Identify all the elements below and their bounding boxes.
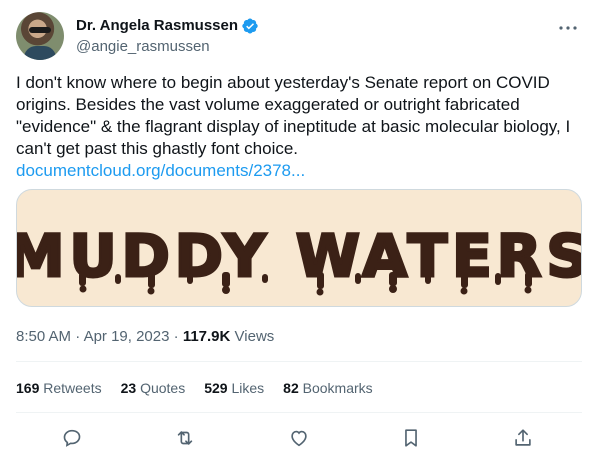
bookmark-button[interactable] [397,424,425,452]
stat-likes[interactable]: 529 Likes [204,378,264,398]
action-bar [16,424,582,452]
views-label: Views [234,328,275,345]
tweet-time[interactable]: 8:50 AM [16,328,71,345]
avatar[interactable] [16,12,64,60]
avatar-glasses [29,27,51,33]
meta-separator: · [173,328,183,345]
like-button[interactable] [285,424,313,452]
stat-count: 529 [204,380,228,396]
retweet-icon [177,431,193,445]
verified-badge-icon [242,18,258,34]
divider [16,412,582,413]
tweet-link[interactable]: documentcloud.org/documents/2378... [16,160,305,182]
tweet-date[interactable]: Apr 19, 2023 [84,328,170,345]
reply-button[interactable] [58,424,86,452]
retweet-button[interactable] [171,424,199,452]
share-icon [515,429,531,446]
handle[interactable]: @angie_rasmussen [76,37,210,57]
name-row: Dr. Angela Rasmussen [76,16,259,36]
display-name[interactable]: Dr. Angela Rasmussen [76,16,238,36]
tweet-stats: 169 Retweets 23 Quotes 529 Likes 82 Book… [16,378,392,398]
like-icon [291,430,307,447]
muddy-waters-image: MUDDY WATERS [17,221,581,296]
avatar-shirt [24,46,56,60]
stat-label: Retweets [43,380,102,396]
meta-separator: · [75,328,84,345]
stat-bookmarks[interactable]: 82 Bookmarks [283,378,373,398]
tweet-text: I don't know where to begin about yester… [16,73,571,158]
stat-label: Likes [231,380,265,396]
stat-count: 169 [16,380,40,396]
divider [16,361,582,362]
views-count: 117.9K [182,328,231,345]
bookmark-icon [405,429,417,447]
more-icon[interactable] [556,18,580,38]
tweet: Dr. Angela Rasmussen @angie_rasmussen I … [0,0,598,461]
stat-label: Bookmarks [302,380,373,396]
tweet-meta: 8:50 AM · Apr 19, 2023 · 117.9K Views [16,327,274,347]
stat-quotes[interactable]: 23 Quotes [121,378,186,398]
tweet-header: Dr. Angela Rasmussen @angie_rasmussen [16,12,582,60]
tweet-media-image[interactable]: MUDDY WATERS [16,189,582,307]
stat-retweets[interactable]: 169 Retweets [16,378,102,398]
stat-count: 82 [283,380,299,396]
stat-label: Quotes [140,380,186,396]
stat-count: 23 [120,380,137,396]
share-button[interactable] [509,424,537,452]
reply-icon [63,429,81,447]
